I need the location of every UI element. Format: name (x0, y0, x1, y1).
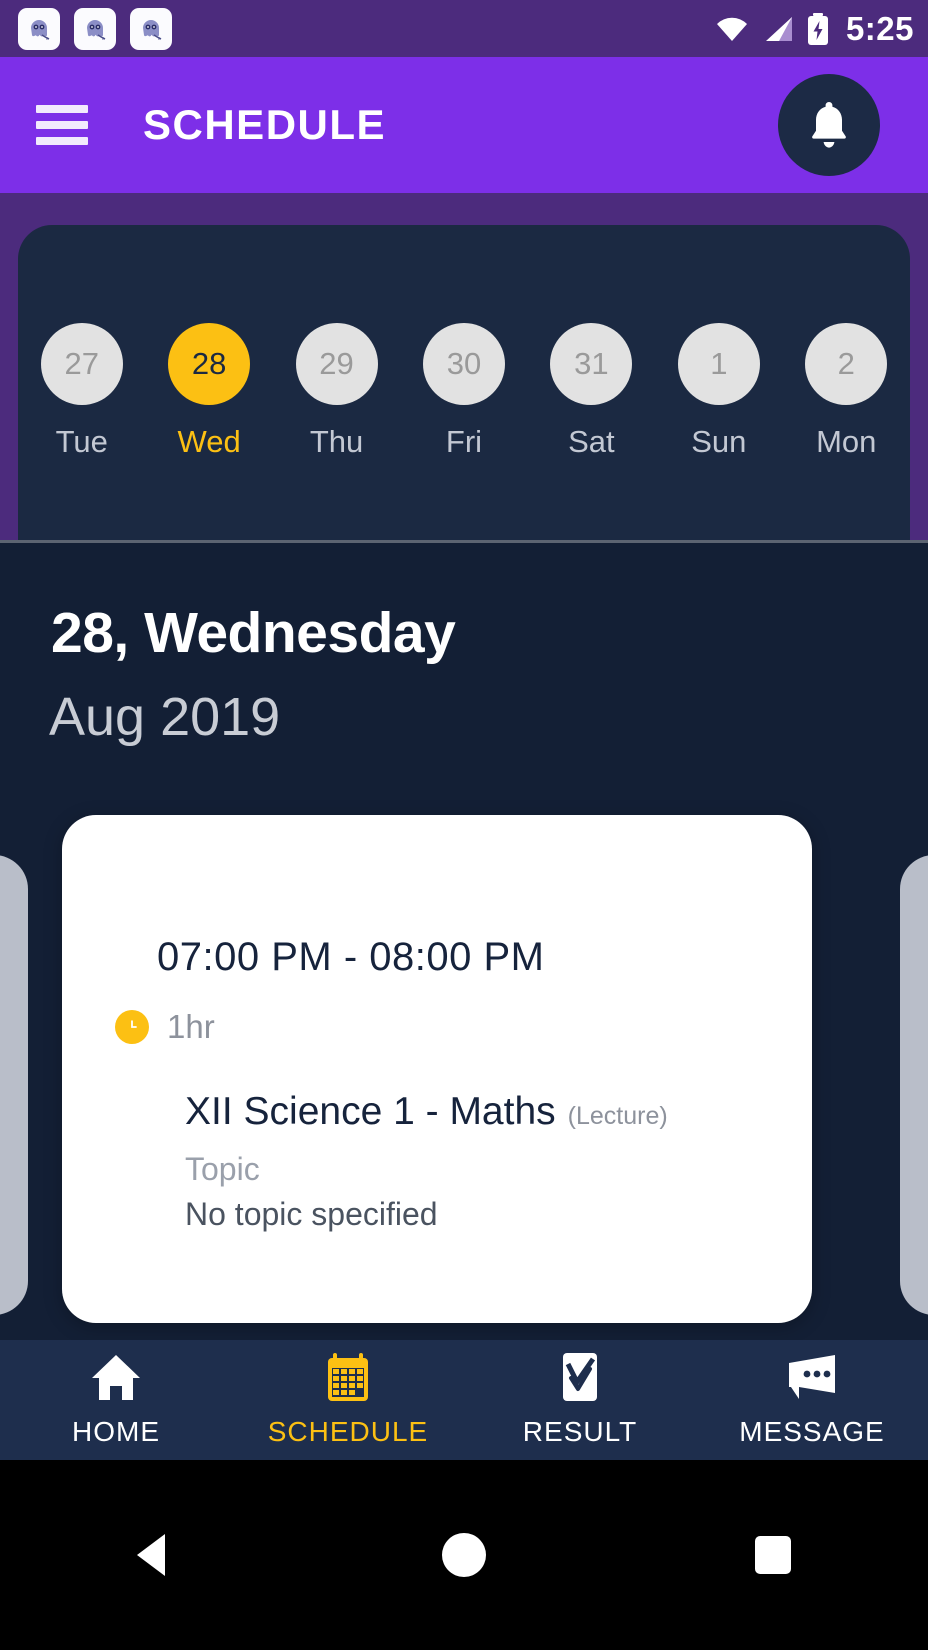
calendar-icon (325, 1352, 371, 1402)
date-cell-30[interactable]: 30 Fri (412, 323, 516, 460)
card-duration-row: 1hr (115, 1008, 215, 1046)
nav-label: SCHEDULE (267, 1416, 429, 1447)
card-topic-label: Topic (185, 1151, 260, 1187)
selected-date-title: 28, Wednesday (51, 601, 456, 665)
status-bar: 5:25 (0, 0, 928, 57)
battery-charging-icon (807, 12, 828, 45)
card-session-type: (Lecture) (567, 1102, 668, 1130)
signal-bars-icon (765, 16, 792, 41)
page-title: SCHEDULE (143, 101, 387, 148)
android-navigation-bar (0, 1460, 928, 1650)
date-cell-27[interactable]: 27 Tue (30, 323, 134, 460)
nav-item-home[interactable]: HOME (0, 1352, 232, 1448)
notification-button[interactable] (778, 74, 880, 176)
status-system-icons: 5:25 (715, 10, 914, 48)
calendar-backdrop: 27 Tue 28 Wed 29 Thu 30 Fri 31 Sat 1 Sun… (0, 193, 928, 541)
message-bubble-icon (785, 1352, 839, 1402)
next-card-peek[interactable] (900, 855, 928, 1315)
date-weekday: Tue (55, 424, 108, 459)
nav-label: RESULT (522, 1416, 638, 1447)
nav-item-schedule[interactable]: SCHEDULE (232, 1352, 464, 1448)
selected-month-year: Aug 2019 (49, 687, 281, 747)
nav-item-message[interactable]: MESSAGE (696, 1352, 928, 1448)
ghost-app-icon (18, 7, 60, 50)
bottom-navigation: HOME SCHEDULE RESULT MESSAGE (0, 1340, 928, 1460)
date-circle: 28 (168, 323, 251, 405)
date-cell-28[interactable]: 28 Wed (157, 323, 261, 460)
date-weekday: Sun (691, 424, 747, 459)
date-weekday: Mon (816, 424, 877, 459)
card-subject-row: XII Science 1 - Maths (Lecture) (185, 1090, 668, 1134)
previous-card-peek[interactable] (0, 855, 28, 1315)
nav-label: MESSAGE (739, 1416, 885, 1447)
hamburger-menu-icon[interactable] (36, 105, 88, 145)
app-bar: SCHEDULE (0, 57, 928, 193)
wifi-icon (716, 17, 747, 41)
schedule-card-carousel[interactable]: 07:00 PM - 08:00 PM 1hr XII Science 1 - … (0, 815, 928, 1340)
date-weekday: Thu (309, 424, 364, 459)
date-circle: 27 (40, 323, 123, 405)
date-weekday: Fri (445, 424, 483, 459)
home-icon (90, 1352, 142, 1402)
schedule-card[interactable]: 07:00 PM - 08:00 PM 1hr XII Science 1 - … (62, 815, 812, 1323)
ghost-app-icon (74, 7, 116, 50)
recents-square-icon[interactable] (713, 1495, 833, 1615)
calendar-panel: 27 Tue 28 Wed 29 Thu 30 Fri 31 Sat 1 Sun… (18, 225, 910, 541)
card-duration: 1hr (167, 1008, 215, 1045)
date-cell-2[interactable]: 2 Mon (794, 323, 898, 460)
date-weekday: Wed (177, 424, 241, 459)
date-circle: 31 (550, 323, 633, 405)
card-time-range: 07:00 PM - 08:00 PM (157, 935, 545, 979)
date-circle: 30 (422, 323, 505, 405)
date-cell-1[interactable]: 1 Sun (667, 323, 771, 460)
date-strip: 27 Tue 28 Wed 29 Thu 30 Fri 31 Sat 1 Sun… (18, 323, 910, 460)
ghost-app-icon (130, 7, 172, 50)
date-cell-31[interactable]: 31 Sat (539, 323, 643, 460)
home-circle-icon[interactable] (404, 1495, 524, 1615)
date-cell-29[interactable]: 29 Thu (285, 323, 389, 460)
card-topic-value: No topic specified (185, 1196, 438, 1232)
date-circle: 1 (677, 323, 760, 405)
status-notification-icons (18, 7, 172, 50)
date-circle: 2 (805, 323, 888, 405)
main-content: 28, Wednesday Aug 2019 07:00 PM - 08:00 … (0, 543, 928, 1340)
result-check-icon (560, 1352, 600, 1402)
bell-icon (812, 102, 846, 148)
clock-icon (115, 1010, 149, 1044)
back-triangle-icon[interactable] (95, 1495, 215, 1615)
nav-label: HOME (72, 1416, 160, 1447)
date-circle: 29 (295, 323, 378, 405)
status-clock: 5:25 (845, 9, 914, 47)
card-subject-name: XII Science 1 - Maths (185, 1090, 556, 1133)
app-root: 5:25 SCHEDULE 27 Tue 28 Wed 29 Thu 30 Fr… (0, 0, 928, 1650)
nav-item-result[interactable]: RESULT (464, 1352, 696, 1448)
date-weekday: Sat (568, 424, 615, 459)
